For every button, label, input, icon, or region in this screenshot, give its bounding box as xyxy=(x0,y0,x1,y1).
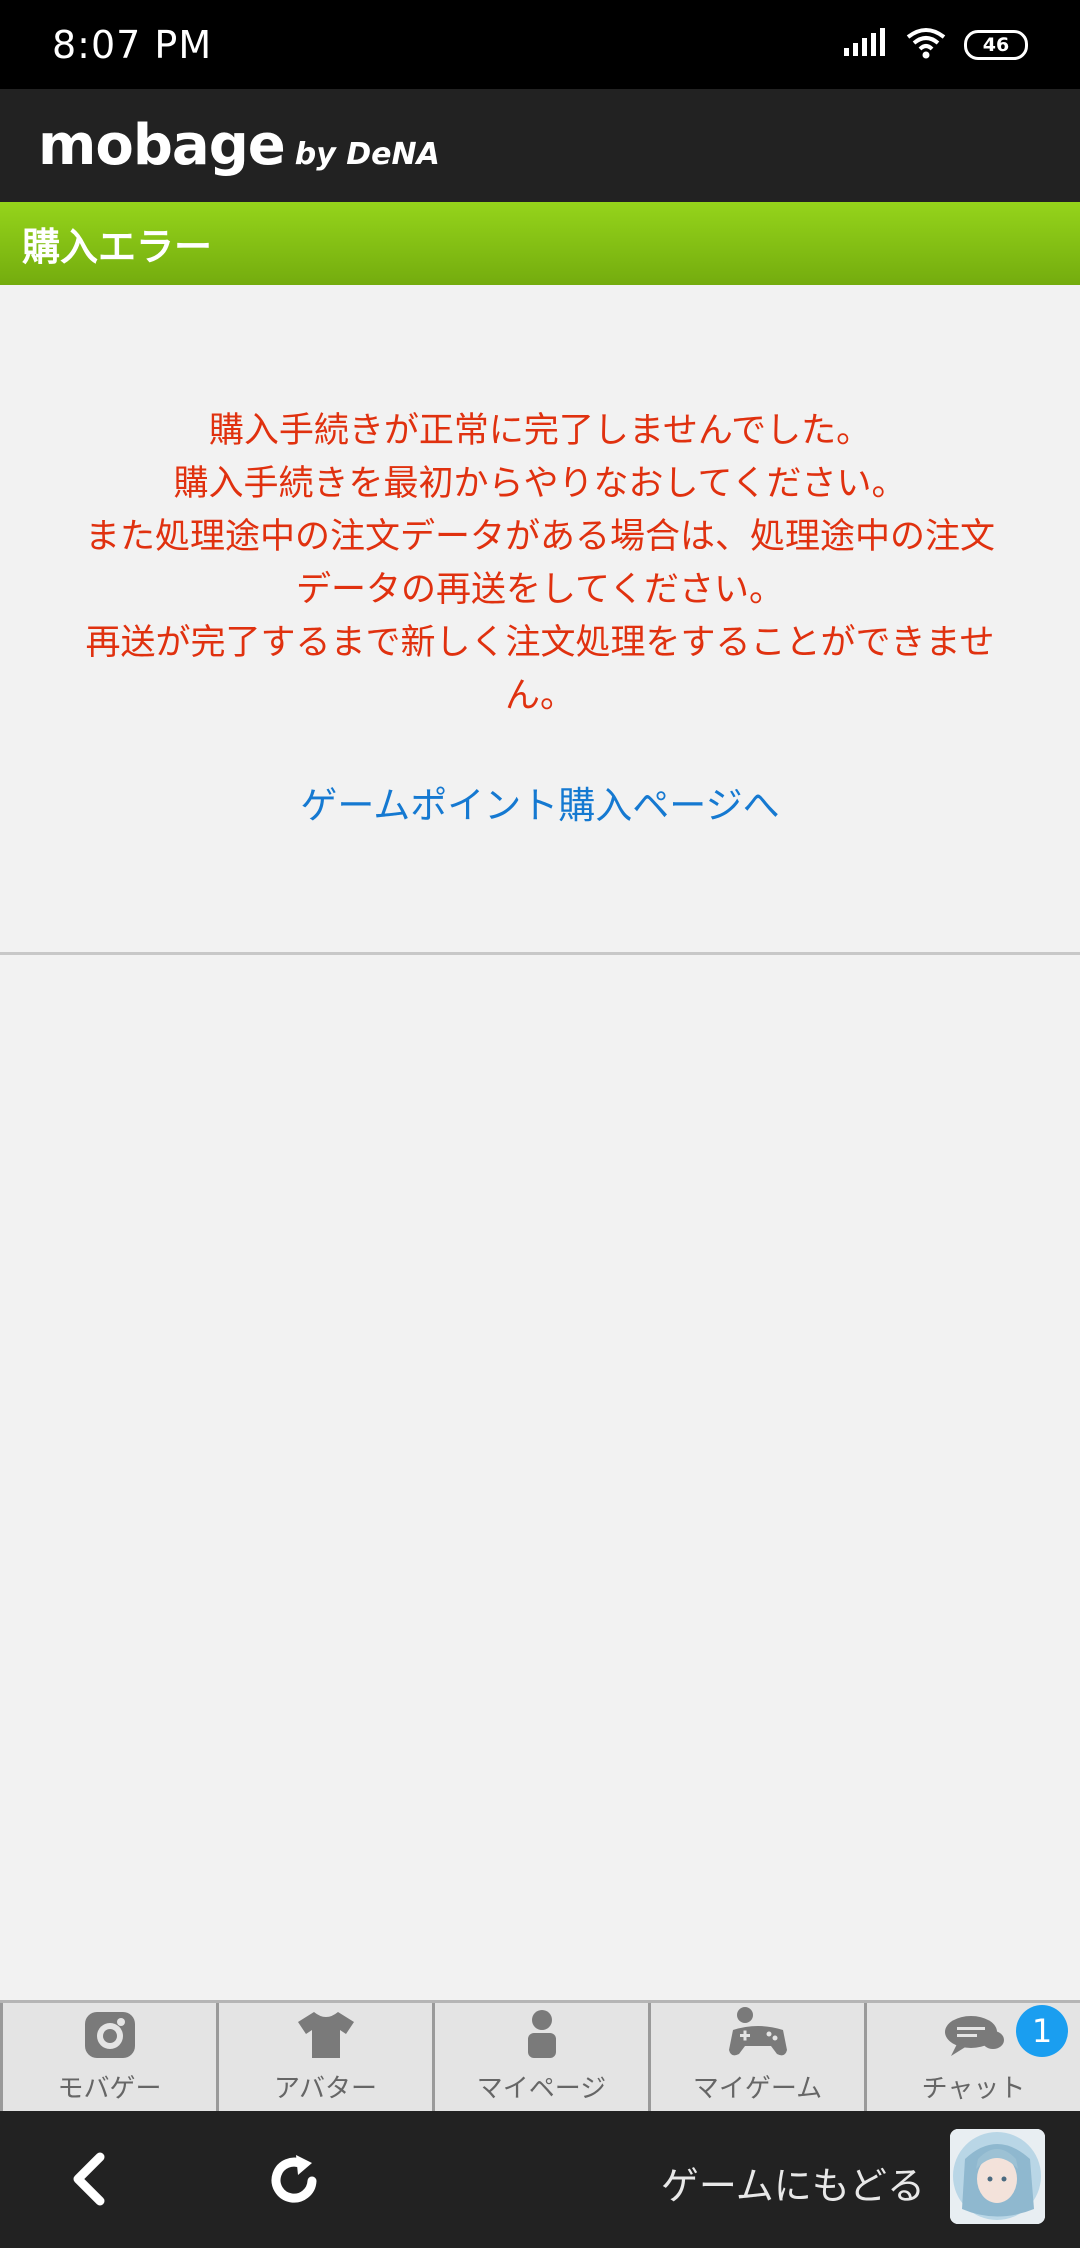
chat-icon xyxy=(943,2012,1005,2068)
error-line: 購入手続きを最初からやりなおしてください。 xyxy=(173,464,907,504)
status-icons: 46 xyxy=(844,27,1028,63)
bottom-nav: モバゲー アバター マイページ マイゲーム チャット 1 xyxy=(0,2000,1080,2111)
nav-label: アバター xyxy=(274,2074,377,2104)
chat-badge: 1 xyxy=(1016,2005,1068,2057)
error-line: ん。 xyxy=(504,676,575,716)
page-title: 購入エラー xyxy=(22,225,213,269)
logo-sub: by DeNA xyxy=(294,137,440,172)
back-icon[interactable] xyxy=(60,2147,124,2215)
error-line: データの再送をしてください。 xyxy=(296,570,784,610)
footer-bar: ゲームにもどる xyxy=(0,2111,1080,2248)
battery-icon: 46 xyxy=(964,29,1028,60)
error-message: 購入手続きが正常に完了しませんでした。 購入手続きを最初からやりなおしてください… xyxy=(30,405,1050,723)
game-thumbnail[interactable] xyxy=(950,2129,1045,2224)
tshirt-icon xyxy=(296,2010,356,2068)
nav-item-chat[interactable]: チャット 1 xyxy=(864,2003,1080,2111)
error-line: また処理途中の注文データがある場合は、処理途中の注文 xyxy=(84,517,995,557)
person-icon xyxy=(522,2008,562,2068)
nav-item-avatar[interactable]: アバター xyxy=(216,2003,432,2111)
gamepad-icon xyxy=(727,2006,789,2068)
game-point-purchase-link[interactable]: ゲームポイント購入ページへ xyxy=(0,775,1080,829)
status-time: 8:07 PM xyxy=(52,22,213,67)
app-header: mobage by DeNA xyxy=(0,89,1080,202)
nav-label: チャット xyxy=(921,2074,1026,2104)
nav-label: モバゲー xyxy=(57,2074,162,2104)
logo-main: mobage xyxy=(38,113,286,178)
mobage-logo[interactable]: mobage by DeNA xyxy=(38,113,440,178)
return-to-game-button[interactable]: ゲームにもどる xyxy=(661,2155,925,2210)
error-line: 再送が完了するまで新しく注文処理をすることができませ xyxy=(85,623,995,663)
main-content: 購入手続きが正常に完了しませんでした。 購入手続きを最初からやりなおしてください… xyxy=(0,285,1080,955)
signal-icon xyxy=(844,27,888,62)
nav-label: マイページ xyxy=(476,2074,607,2104)
nav-item-mypage[interactable]: マイページ xyxy=(432,2003,648,2111)
reload-icon[interactable] xyxy=(262,2147,326,2215)
nav-item-mygame[interactable]: マイゲーム xyxy=(648,2003,864,2111)
status-bar: 8:07 PM 46 xyxy=(0,0,1080,89)
nav-item-mobage[interactable]: モバゲー xyxy=(0,2003,216,2111)
error-line: 購入手続きが正常に完了しませんでした。 xyxy=(208,411,872,451)
wifi-icon xyxy=(906,27,946,63)
page-title-bar: 購入エラー xyxy=(0,202,1080,285)
nav-label: マイゲーム xyxy=(692,2074,823,2104)
mobage-icon xyxy=(83,2008,137,2068)
